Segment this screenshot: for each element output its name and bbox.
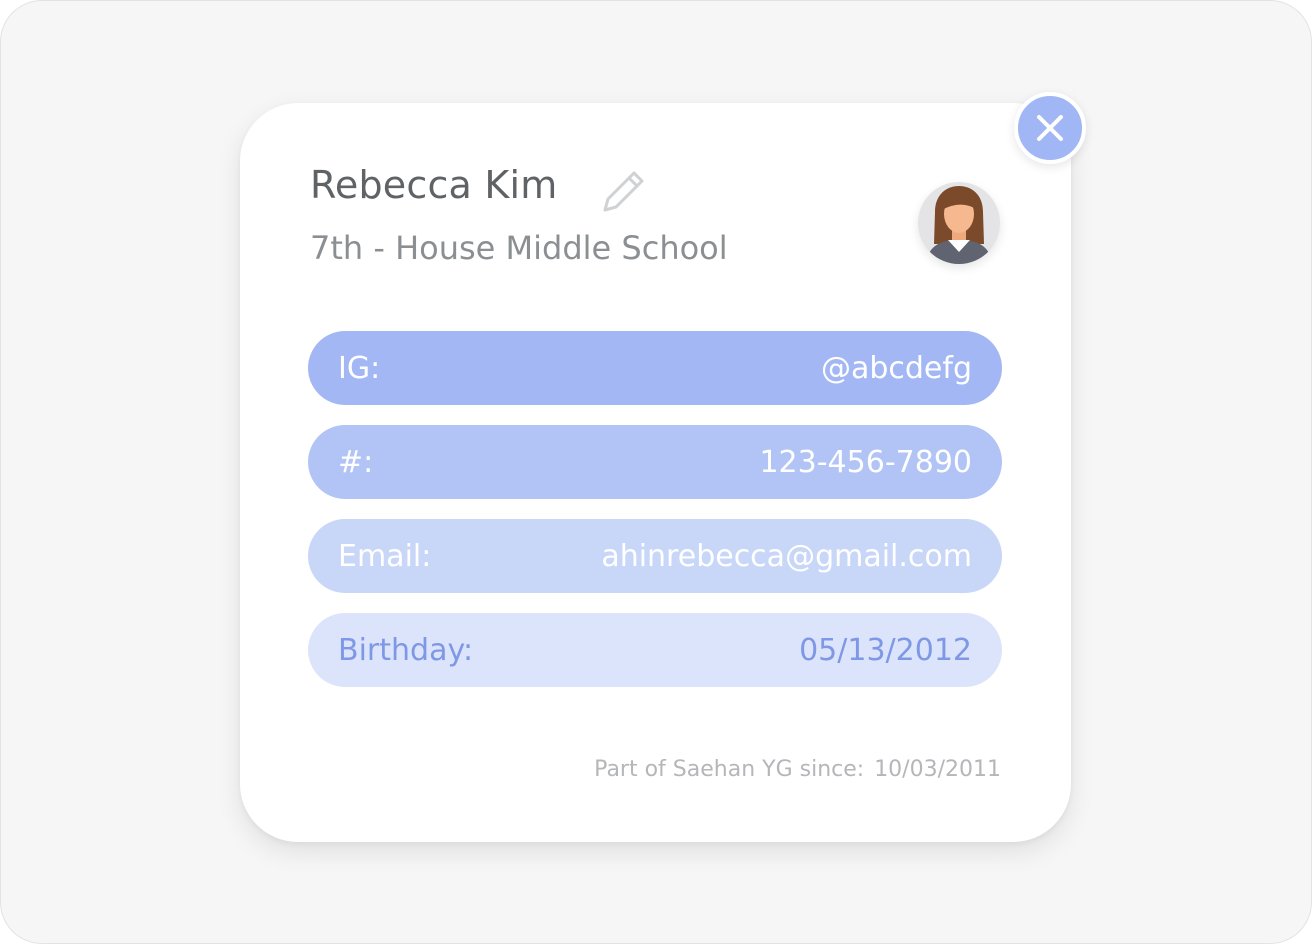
birthday-value: 05/13/2012 bbox=[799, 632, 972, 668]
phone-label: #: bbox=[338, 444, 374, 480]
profile-card: Rebecca Kim 7th - House Middle School IG… bbox=[240, 103, 1071, 842]
birthday-field[interactable]: Birthday: 05/13/2012 bbox=[308, 613, 1002, 687]
pencil-icon[interactable] bbox=[598, 165, 650, 217]
email-value: ahinrebecca@gmail.com bbox=[601, 538, 972, 574]
profile-school: 7th - House Middle School bbox=[310, 229, 728, 267]
birthday-label: Birthday: bbox=[338, 632, 474, 668]
phone-value: 123-456-7890 bbox=[759, 444, 972, 480]
email-field[interactable]: Email: ahinrebecca@gmail.com bbox=[308, 519, 1002, 593]
ig-label: IG: bbox=[338, 350, 381, 386]
avatar bbox=[918, 182, 1000, 264]
profile-name: Rebecca Kim bbox=[310, 163, 558, 207]
close-icon bbox=[1037, 115, 1063, 141]
member-since: Part of Saehan YG since: 10/03/2011 bbox=[594, 757, 1001, 782]
member-since-date: 10/03/2011 bbox=[874, 757, 1001, 782]
ig-value: @abcdefg bbox=[820, 350, 972, 386]
phone-field[interactable]: #: 123-456-7890 bbox=[308, 425, 1002, 499]
email-label: Email: bbox=[338, 538, 432, 574]
close-button[interactable] bbox=[1014, 92, 1086, 164]
member-since-label: Part of Saehan YG since: bbox=[594, 757, 865, 782]
ig-field[interactable]: IG: @abcdefg bbox=[308, 331, 1002, 405]
